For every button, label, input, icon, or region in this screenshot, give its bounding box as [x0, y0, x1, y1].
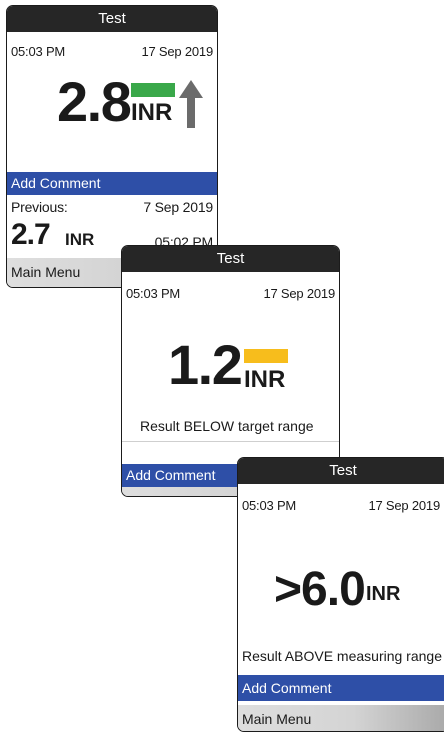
result-date: 17 Sep 2019	[141, 44, 213, 59]
up-arrow-icon	[179, 80, 203, 128]
result-unit: INR	[366, 583, 401, 605]
range-indicator-bar	[244, 349, 288, 363]
add-comment-button[interactable]: Add Comment	[7, 172, 217, 195]
screen-title: Test	[238, 458, 444, 484]
result-date: 17 Sep 2019	[368, 498, 440, 513]
add-comment-button[interactable]: Add Comment	[238, 675, 444, 701]
result-value: >6.0	[274, 563, 366, 616]
result-value: 2.8	[57, 70, 132, 133]
previous-date: 7 Sep 2019	[143, 199, 213, 215]
screen-title: Test	[7, 6, 217, 32]
test-result-screen-above-range: Test 05:03 PM 17 Sep 2019 >6.0 INR Resul…	[237, 457, 444, 732]
result-unit: INR	[244, 366, 286, 393]
result-time: 05:03 PM	[242, 498, 297, 513]
result-date: 17 Sep 2019	[263, 286, 335, 301]
result-value: 1.2	[168, 333, 243, 396]
main-menu-button[interactable]: Main Menu	[238, 705, 444, 731]
result-time: 05:03 PM	[11, 44, 66, 59]
divider	[122, 441, 339, 442]
range-indicator-bar	[131, 83, 175, 97]
result-time: 05:03 PM	[126, 286, 181, 301]
previous-label: Previous:	[11, 199, 68, 215]
result-message: Result ABOVE measuring range	[242, 648, 442, 664]
result-message: Result BELOW target range	[140, 418, 314, 434]
previous-unit: INR	[65, 230, 95, 249]
previous-value: 2.7	[11, 218, 51, 251]
result-screens-stage: Test 05:03 PM 17 Sep 2019 2.8 INR Add Co…	[0, 0, 444, 735]
result-unit: INR	[131, 99, 173, 126]
screen-title: Test	[122, 246, 339, 272]
